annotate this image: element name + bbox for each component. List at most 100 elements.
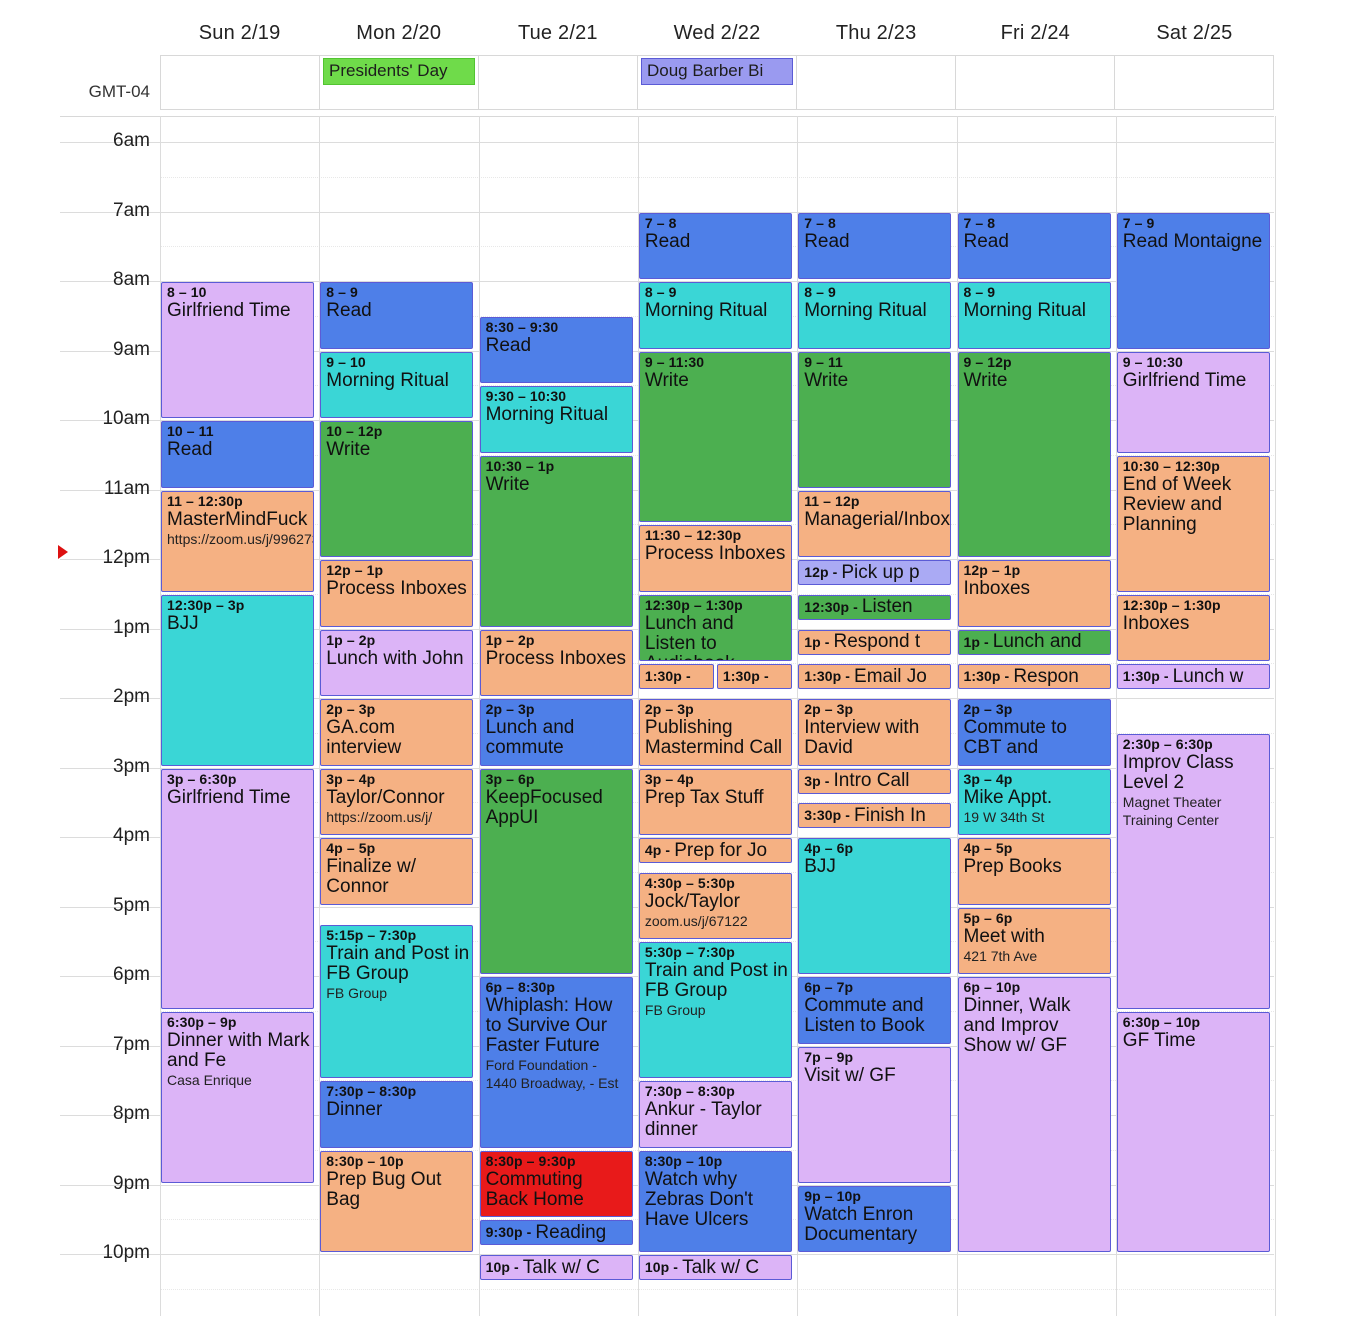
calendar-event[interactable]: 9 – 10 Morning Ritual [320,351,474,418]
calendar-event[interactable]: 9 – 11 Write [798,351,952,488]
calendar-event[interactable]: 3p – 4p Mike Appt. 19 W 34th St [957,768,1111,835]
calendar-event[interactable]: 2p – 3p Interview with David [798,699,952,766]
calendar-event[interactable]: 1:30p - Email Jo [798,664,952,690]
all-day-cell-3[interactable]: Doug Barber Bi [638,56,797,109]
calendar-event[interactable]: 9 – 11:30 Write [638,351,792,523]
calendar-event[interactable]: 7:30p – 8:30p Ankur - Taylor dinner [638,1081,792,1148]
calendar-event[interactable]: 1p - Lunch and [957,629,1111,655]
calendar-event[interactable]: 4p – 6p BJJ [798,838,952,974]
day-header-5[interactable]: Fri 2/24 [956,22,1115,52]
calendar-event[interactable]: 3p - Intro Call [798,768,952,794]
calendar-event[interactable]: 2p – 3p Commute to CBT and [957,699,1111,766]
event-time: 12:30p – 1:30p [644,596,743,613]
calendar-event[interactable]: 3p – 4p Taylor/Connor https://zoom.us/j/ [320,768,474,835]
calendar-event[interactable]: 8 – 9 Morning Ritual [638,282,792,349]
calendar-event[interactable]: 3p – 6p KeepFocused AppUI [479,768,633,974]
day-header-4[interactable]: Thu 2/23 [797,22,956,52]
calendar-event[interactable]: 3p – 6:30p Girlfriend Time [161,768,314,1009]
calendar-event[interactable]: 2:30p – 6:30p Improv Class Level 2 Magnet … [1116,733,1270,1009]
day-header-2[interactable]: Tue 2/21 [478,22,637,52]
day-header-0[interactable]: Sun 2/19 [160,22,319,52]
all-day-cell-5[interactable] [956,56,1115,109]
calendar-event[interactable]: 1p - Respond t [798,629,952,655]
calendar-event[interactable]: 12:30p – 1:30pLunch and Listen to Audiob… [638,594,792,662]
calendar-event[interactable]: 10p - Talk w/ C [638,1255,792,1280]
calendar-event[interactable]: 7 – 9 Read Montaigne [1116,212,1270,349]
calendar-event[interactable]: 3p – 4p Prep Tax Stuff [638,768,792,835]
calendar-event[interactable]: 7 – 8 Read [638,212,792,279]
calendar-event[interactable]: 9 – 12p Write [957,351,1111,557]
day-header-1[interactable]: Mon 2/20 [319,22,478,52]
day-header-6[interactable]: Sat 2/25 [1115,22,1274,52]
calendar-event[interactable]: 5p – 6p Meet with 421 7th Ave [957,907,1111,974]
day-column-6[interactable]: 7 – 9 Read Montaigne 9 – 10:30 Girlfriend T… [1116,116,1276,1316]
calendar-event[interactable]: 1:30p - Lunch w [1116,664,1270,690]
calendar-event[interactable]: 8:30p – 9:30p Commuting Back Home [479,1150,633,1218]
calendar-event[interactable]: 7 – 8 Read [957,212,1111,279]
calendar-event[interactable]: 12p – 1p Process Inboxes [320,560,474,627]
calendar-event[interactable]: 7p – 9p Visit w/ GF [798,1046,952,1183]
calendar-event[interactable]: 8 – 9 Morning Ritual [798,282,952,349]
calendar-event[interactable]: 4p – 5p Prep Books [957,838,1111,905]
calendar-event[interactable]: 6:30p – 10p GF Time [1116,1011,1270,1252]
all-day-cell-0[interactable] [161,56,320,109]
calendar-event[interactable]: 6p – 8:30p Whiplash: How to Survive Our F… [479,977,633,1148]
calendar-event[interactable]: 9 – 10:30 Girlfriend Time [1116,351,1270,453]
calendar-event[interactable]: 1:30p - Respon [957,664,1111,690]
day-column-2[interactable]: 8:30 – 9:30 Read 9:30 – 10:30 Morning Ritua… [479,116,639,1316]
day-column-3[interactable]: 7 – 8 Read 8 – 9 Morning Ritual 9 – 11:30 Wri… [638,116,798,1316]
calendar-event[interactable]: 3:30p - Finish In [798,803,952,829]
all-day-event[interactable]: Doug Barber Bi [641,58,793,85]
calendar-event[interactable]: 11 – 12pManagerial/Inboxes [798,490,952,557]
calendar-event[interactable]: 7 – 8 Read [798,212,952,279]
calendar-event[interactable]: 12:30p – 3p BJJ [161,594,314,766]
calendar-event[interactable]: 10:30 – 1p Write [479,455,633,627]
calendar-event[interactable]: 4p - Prep for Jo [638,838,792,863]
calendar-event[interactable]: 2p – 3p Lunch and commute [479,699,633,766]
day-column-4[interactable]: 7 – 8 Read 8 – 9 Morning Ritual 9 – 11 Write 1… [798,116,957,1316]
calendar-event[interactable]: 8 – 9 Read [320,282,474,349]
calendar-event[interactable]: 2p – 3p Publishing Mastermind Call [638,699,792,766]
calendar-event[interactable]: 5:15p – 7:30p Train and Post in FB Group F… [320,924,474,1079]
calendar-event[interactable]: 8:30p – 10p Prep Bug Out Bag [320,1150,474,1252]
calendar-event[interactable]: 12:30p - Listen [798,594,952,620]
calendar-event[interactable]: 10 – 12p Write [320,421,474,557]
calendar-event[interactable]: 10:30 – 12:30p End of Week Review and Pla… [1116,455,1270,592]
calendar-event[interactable]: 9p – 10p Watch Enron Documentary [798,1185,952,1252]
calendar-event[interactable]: 4:30p – 5:30p Jock/Taylor zoom.us/j/67122 [638,872,792,940]
all-day-event[interactable]: Presidents' Day [323,58,475,85]
calendar-event[interactable]: 1p – 2p Lunch with John [320,629,474,696]
calendar-event[interactable]: 1:30p - [638,664,714,690]
calendar-event[interactable]: 6:30p – 9p Dinner with Mark and Fe Casa En… [161,1011,314,1183]
calendar-event[interactable]: 1:30p - [716,664,792,690]
calendar-event[interactable]: 7:30p – 8:30p Dinner [320,1081,474,1148]
calendar-event[interactable]: 8 – 10 Girlfriend Time [161,282,314,418]
all-day-cell-4[interactable] [797,56,956,109]
calendar-event[interactable]: 1p – 2p Process Inboxes [479,629,633,696]
calendar-event[interactable]: 9:30p - Reading [479,1220,633,1246]
calendar-event[interactable]: 8:30p – 10p Watch why Zebras Don't Have U… [638,1150,792,1252]
day-header-3[interactable]: Wed 2/22 [637,22,796,52]
calendar-event[interactable]: 9:30 – 10:30 Morning Ritual [479,386,633,453]
calendar-event[interactable]: 6p – 10p Dinner, Walk and Improv Show w/ … [957,977,1111,1252]
calendar-event[interactable]: 12:30p – 1:30p Inboxes [1116,594,1270,662]
calendar-event[interactable]: 6p – 7p Commute and Listen to Book [798,977,952,1044]
calendar-event[interactable]: 10p - Talk w/ C [479,1255,633,1280]
calendar-event[interactable]: 2p – 3p GA.com interview [320,699,474,766]
calendar-event[interactable]: 11:30 – 12:30p Process Inboxes [638,525,792,592]
calendar-event[interactable]: 4p – 5p Finalize w/ Connor [320,838,474,905]
calendar-event[interactable]: 5:30p – 7:30p Train and Post in FB Group F… [638,942,792,1079]
all-day-cell-6[interactable] [1115,56,1274,109]
calendar-event[interactable]: 10 – 11 Read [161,421,314,488]
day-column-0[interactable]: 8 – 10 Girlfriend Time 10 – 11 Read 11 – 12:… [161,116,320,1316]
calendar-event[interactable]: 8 – 9 Morning Ritual [957,282,1111,349]
all-day-cell-1[interactable]: Presidents' Day [320,56,479,109]
day-column-5[interactable]: 7 – 8 Read 8 – 9 Morning Ritual 9 – 12p Write… [957,116,1117,1316]
calendar-event[interactable]: 12p - Pick up p [798,560,952,585]
calendar-event[interactable]: 8:30 – 9:30 Read [479,316,633,384]
event-title: GA.com interview [326,717,402,758]
all-day-cell-2[interactable] [479,56,638,109]
calendar-event[interactable]: 11 – 12:30p MasterMindFuck https://zoom.us… [161,490,314,592]
day-column-1[interactable]: 8 – 9 Read 9 – 10 Morning Ritual 10 – 12p Wri… [320,116,479,1316]
calendar-event[interactable]: 12p – 1p Inboxes [957,560,1111,627]
